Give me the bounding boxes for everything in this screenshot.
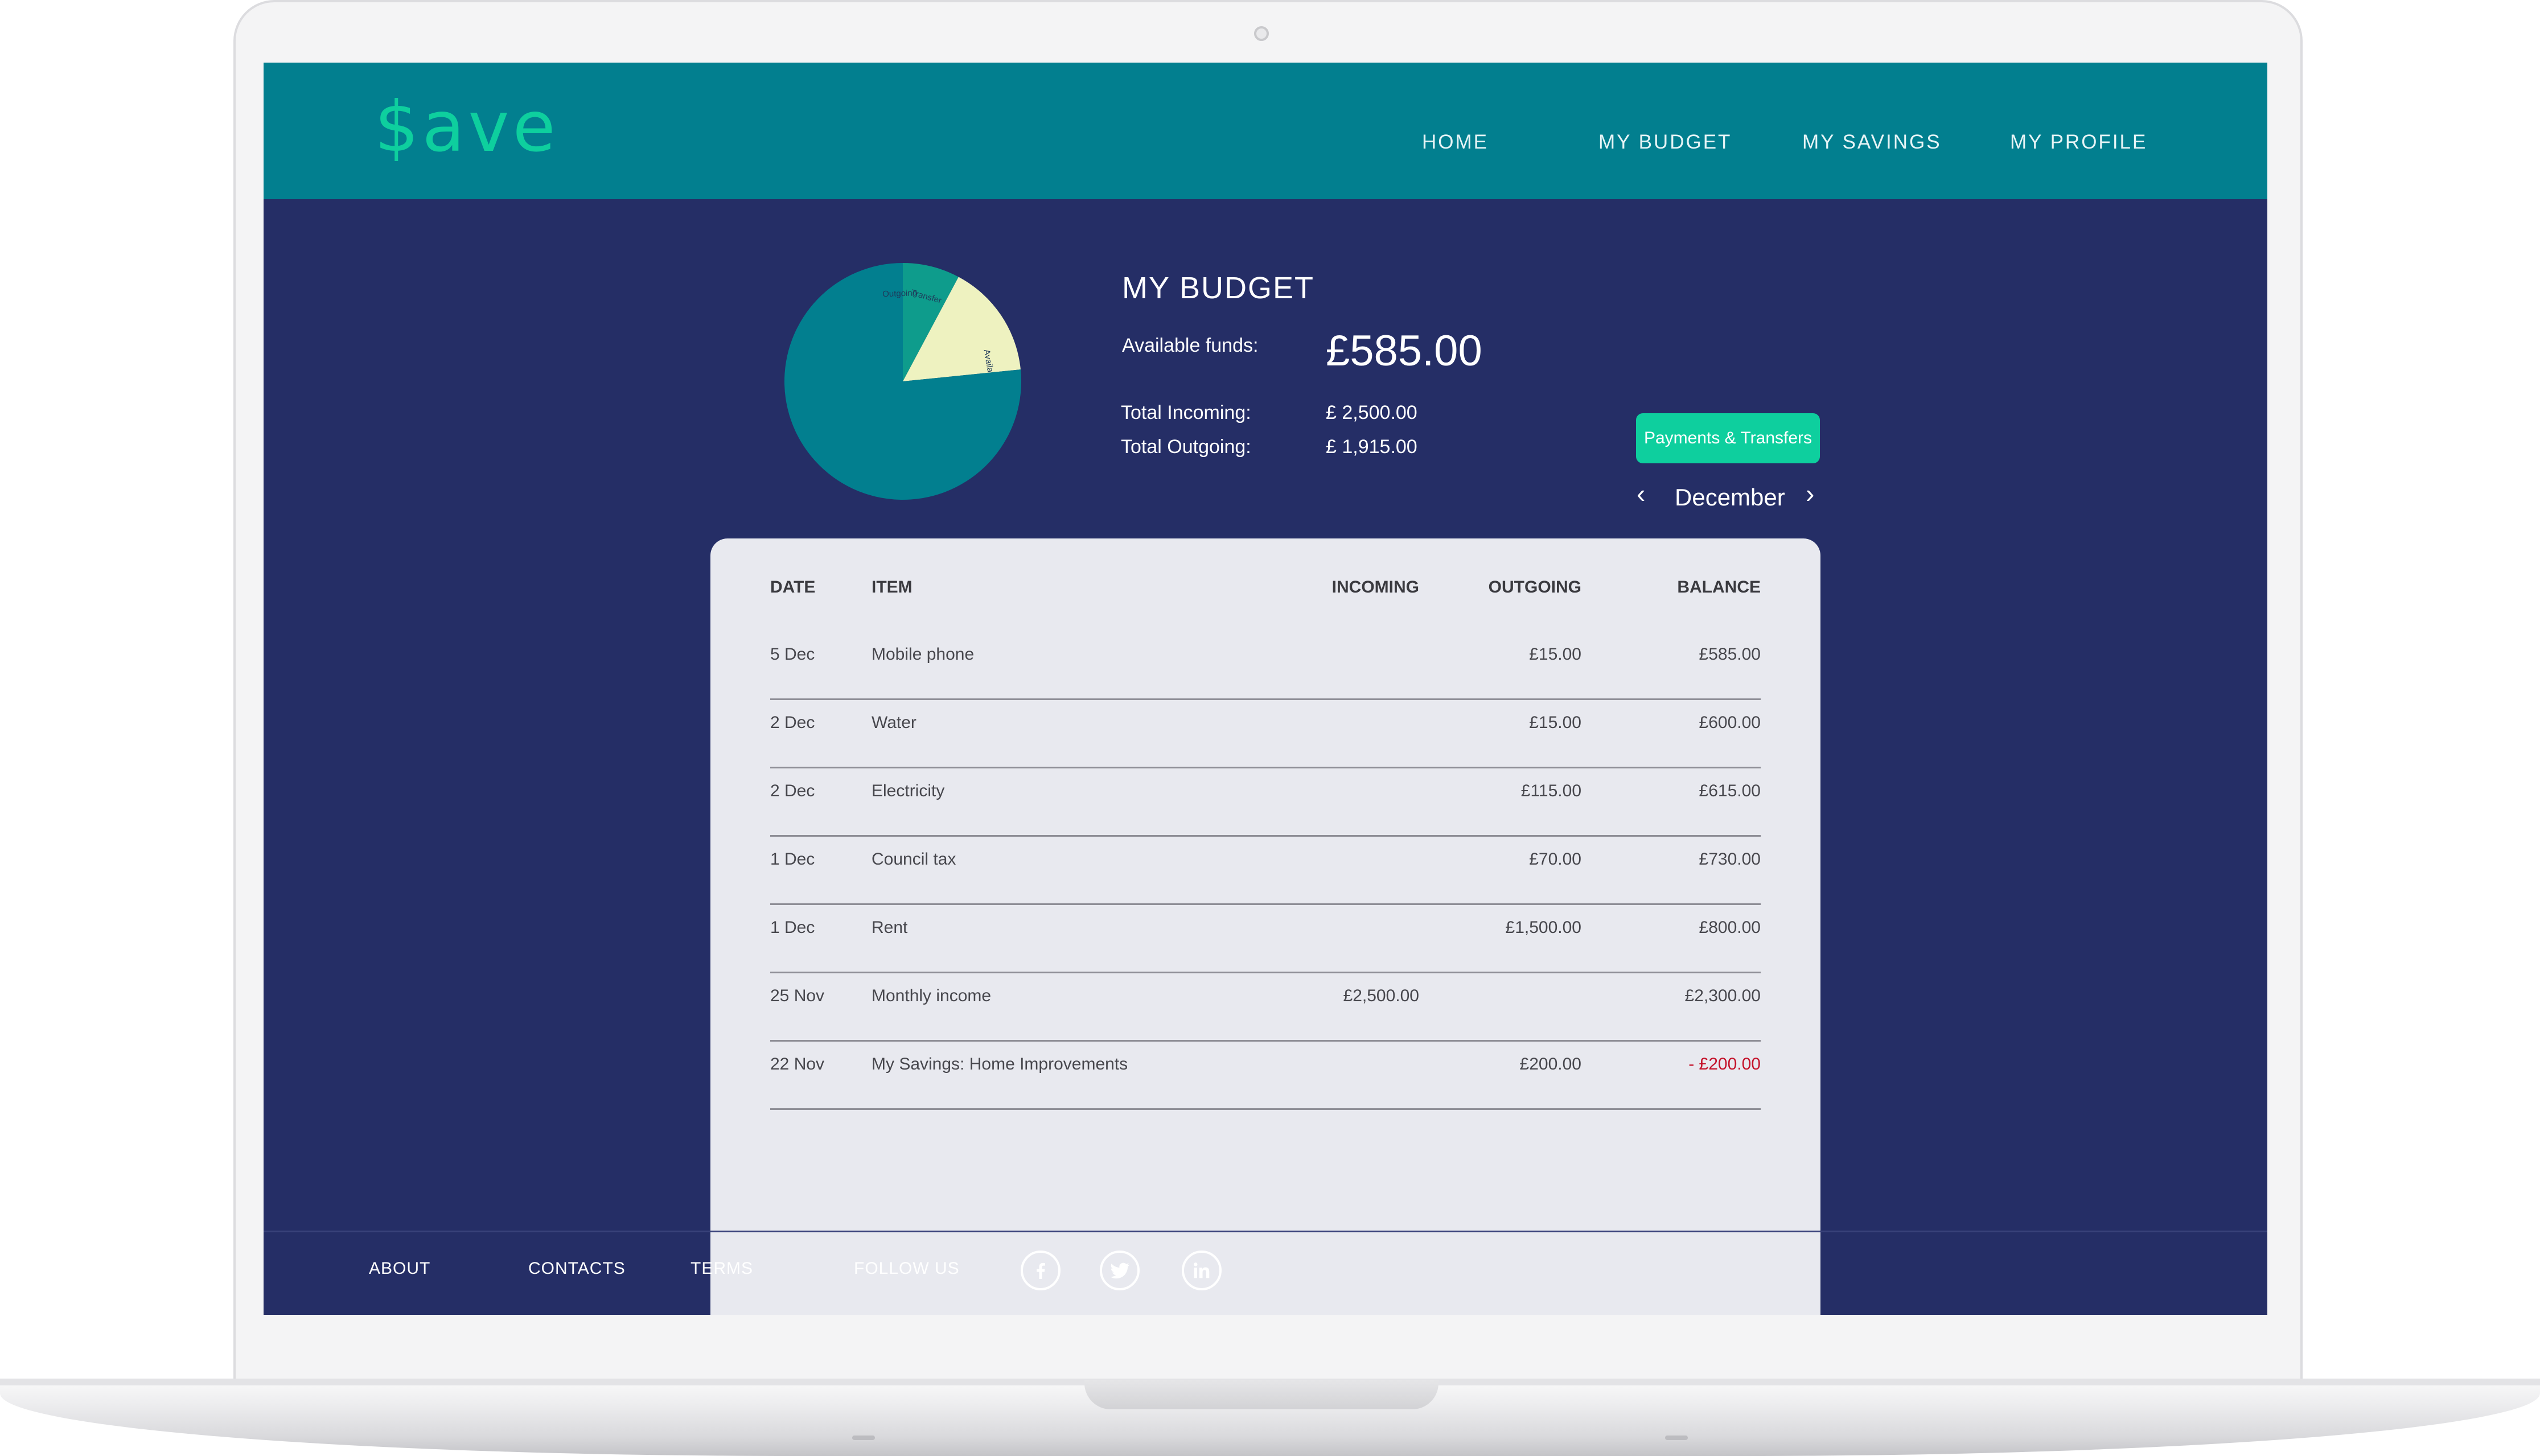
row-divider	[770, 972, 1761, 973]
cell-outgoing: £15.00	[1529, 713, 1581, 732]
laptop-notch	[1084, 1380, 1438, 1409]
total-incoming-label: Total Incoming:	[1121, 402, 1251, 423]
app-logo[interactable]: $ave	[375, 92, 559, 162]
row-divider	[770, 1040, 1761, 1042]
row-divider	[770, 903, 1761, 905]
column-header-balance: BALANCE	[1677, 578, 1761, 597]
column-header-incoming: INCOMING	[1331, 578, 1419, 597]
laptop-foot	[852, 1436, 875, 1440]
column-header-item: ITEM	[872, 578, 913, 597]
cell-balance: £800.00	[1699, 918, 1761, 937]
cell-balance: £600.00	[1699, 713, 1761, 732]
nav-my-profile[interactable]: MY PROFILE	[2010, 131, 2147, 154]
cell-date: 1 Dec	[770, 850, 815, 869]
footer-contacts-link[interactable]: CONTACTS	[528, 1259, 626, 1278]
total-outgoing-label: Total Outgoing:	[1121, 436, 1251, 458]
budget-pie-chart: TransferAvailableOutgoing	[784, 263, 1021, 500]
pie-label-outgoing: Outgoing	[882, 288, 917, 299]
column-header-outgoing: OUTGOING	[1488, 578, 1581, 597]
cell-outgoing: £1,500.00	[1505, 918, 1581, 937]
cell-date: 1 Dec	[770, 918, 815, 937]
total-outgoing-value: £ 1,915.00	[1326, 436, 1417, 458]
cell-item: Monthly income	[872, 986, 992, 1005]
available-funds-value: £585.00	[1326, 327, 1482, 375]
cell-date: 2 Dec	[770, 713, 815, 732]
cell-balance: £615.00	[1699, 782, 1761, 800]
month-selector: December	[1675, 484, 1785, 511]
cell-outgoing: £70.00	[1529, 850, 1581, 869]
cell-date: 25 Nov	[770, 986, 825, 1005]
cell-item: Mobile phone	[872, 645, 975, 664]
column-header-date: DATE	[770, 578, 816, 597]
laptop-foot	[1665, 1436, 1688, 1440]
row-divider	[770, 835, 1761, 837]
app-screen: $ave HOME MY BUDGET MY SAVINGS MY PROFIL…	[264, 63, 2267, 1315]
cell-item: Rent	[872, 918, 908, 937]
nav-home[interactable]: HOME	[1422, 131, 1489, 154]
cell-balance: £2,300.00	[1684, 986, 1761, 1005]
cell-date: 5 Dec	[770, 645, 815, 664]
payments-transfers-button[interactable]: Payments & Transfers	[1636, 413, 1820, 463]
previous-month-chevron-icon[interactable]: ‹	[1637, 478, 1645, 509]
cell-outgoing: £15.00	[1529, 645, 1581, 664]
nav-my-savings[interactable]: MY SAVINGS	[1802, 131, 1942, 154]
top-navigation-bar: $ave HOME MY BUDGET MY SAVINGS MY PROFIL…	[264, 63, 2267, 199]
facebook-icon[interactable]	[1021, 1251, 1061, 1290]
cell-outgoing: £200.00	[1519, 1055, 1581, 1074]
total-incoming-value: £ 2,500.00	[1326, 402, 1417, 423]
page-title: MY BUDGET	[1122, 271, 1315, 305]
cell-date: 2 Dec	[770, 782, 815, 800]
cell-balance: - £200.00	[1688, 1055, 1761, 1074]
cell-date: 22 Nov	[770, 1055, 825, 1074]
cell-item: Water	[872, 713, 916, 732]
webcam	[1254, 26, 1269, 41]
footer-follow-us-label: FOLLOW US	[854, 1259, 960, 1278]
cell-outgoing: £115.00	[1520, 782, 1581, 800]
cell-item: Electricity	[872, 782, 945, 800]
available-funds-label: Available funds:	[1122, 335, 1259, 356]
row-divider	[770, 767, 1761, 768]
cell-balance: £730.00	[1699, 850, 1761, 869]
row-divider	[770, 1108, 1761, 1110]
footer-divider	[264, 1231, 2267, 1232]
cell-item: My Savings: Home Improvements	[872, 1055, 1128, 1074]
nav-my-budget[interactable]: MY BUDGET	[1598, 131, 1732, 154]
footer-about-link[interactable]: ABOUT	[369, 1259, 430, 1278]
cell-incoming: £2,500.00	[1343, 986, 1419, 1005]
footer-terms-link[interactable]: TERMS	[691, 1259, 753, 1278]
next-month-chevron-icon[interactable]: ›	[1806, 478, 1814, 509]
linkedin-icon[interactable]	[1182, 1251, 1222, 1290]
cell-balance: £585.00	[1699, 645, 1761, 664]
cell-item: Council tax	[872, 850, 956, 869]
twitter-icon[interactable]	[1100, 1251, 1140, 1290]
row-divider	[770, 698, 1761, 700]
